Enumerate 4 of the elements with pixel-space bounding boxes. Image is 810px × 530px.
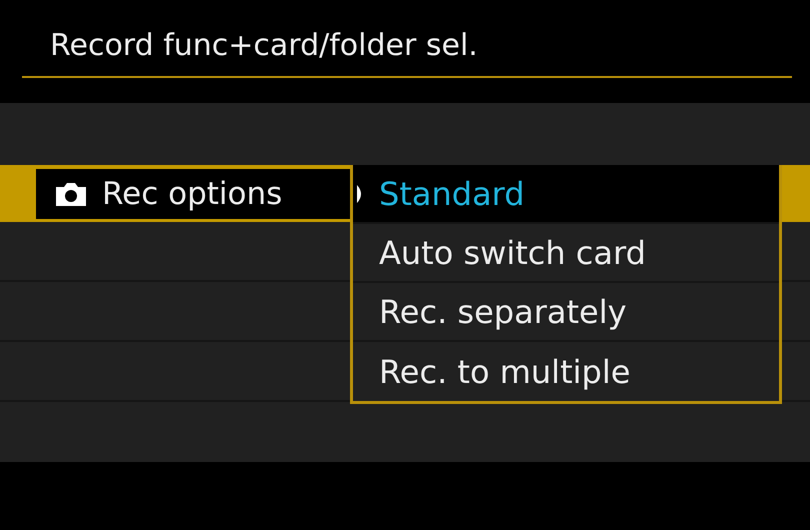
screen-title: Record func+card/folder sel. <box>22 0 792 78</box>
camera-icon <box>54 180 88 206</box>
menu-label: Rec options <box>102 176 282 212</box>
option-item[interactable]: Standard <box>353 165 779 224</box>
